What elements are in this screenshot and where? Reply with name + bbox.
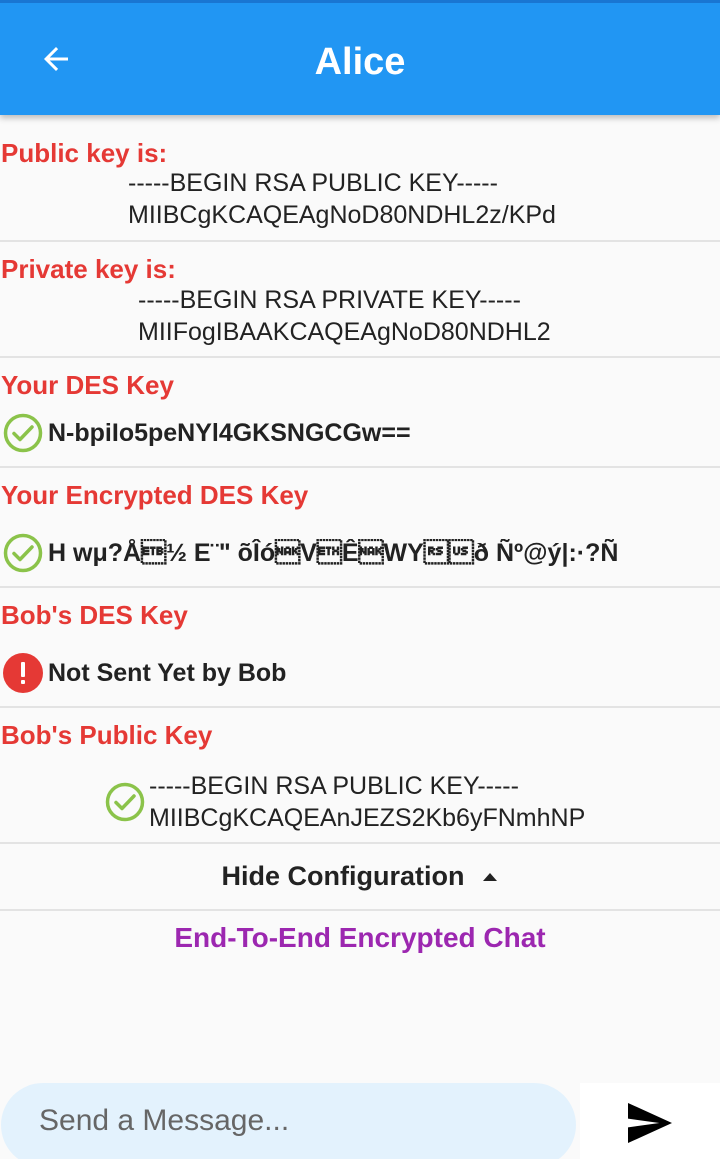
bob-des-key-row: Not Sent Yet by Bob [3,653,286,693]
check-circle-icon [3,533,43,573]
private-key-text: -----BEGIN RSA PRIVATE KEY----- MIIFogIB… [138,286,551,346]
app-bar: Alice [0,0,720,115]
send-icon [628,1103,672,1143]
des-key-label: Your DES Key [1,370,174,400]
bob-public-key-row: -----BEGIN RSA PUBLIC KEY----- MIIBCgKCA… [105,770,585,834]
bob-des-key-section: Bob's DES Key Not Sent Yet by Bob [0,588,720,708]
bob-public-key-text: -----BEGIN RSA PUBLIC KEY----- MIIBCgKCA… [149,772,586,832]
bob-public-key-section: Bob's Public Key -----BEGIN RSA PUBLIC K… [0,708,720,844]
des-key-value: N-bpiIo5peNYl4GKSNGCGw== [48,418,411,447]
caret-up-icon [483,872,498,881]
error-circle-icon [3,653,43,693]
check-circle-icon [3,413,43,453]
message-input-container [1,1083,576,1159]
bob-public-key-label: Bob's Public Key [1,720,213,750]
encrypted-des-key-label: Your Encrypted DES Key [1,480,309,510]
private-key-label: Private key is: [1,254,176,284]
hide-configuration-label: Hide Configuration [221,861,465,891]
public-key-text: -----BEGIN RSA PUBLIC KEY----- MIIBCgKCA… [128,169,556,229]
chat-title: End-To-End Encrypted Chat [174,922,546,953]
page-title: Alice [314,41,406,83]
bob-des-key-label: Bob's DES Key [1,600,188,630]
bob-des-key-value: Not Sent Yet by Bob [48,658,287,687]
private-key-section: Private key is: -----BEGIN RSA PRIVATE K… [0,242,720,358]
des-key-section: Your DES Key N-bpiIo5peNYl4GKSNGCGw== [0,358,720,468]
des-key-row: N-bpiIo5peNYl4GKSNGCGw== [3,413,411,453]
encrypted-des-key-value: H wμ?Å½ E¨" õÎóVÊWY ð Ñº@ý|:·?Ñº¶...… [48,538,618,567]
public-key-section: Public key is: -----BEGIN RSA PUBLIC KEY… [0,115,720,242]
send-area [580,1083,720,1159]
encrypted-des-key-row: H wμ?Å½ E¨" õÎóVÊWY ð Ñº@ý|:·?Ñº¶...… [3,533,618,573]
message-input[interactable] [1,1083,576,1159]
check-circle-icon [105,782,145,822]
hide-configuration-button[interactable]: Hide Configuration [0,844,720,911]
encrypted-des-key-section: Your Encrypted DES Key H wμ?Å½ E¨" õÎó… [0,468,720,588]
public-key-label: Public key is: [1,138,168,168]
send-button[interactable] [620,1097,680,1149]
